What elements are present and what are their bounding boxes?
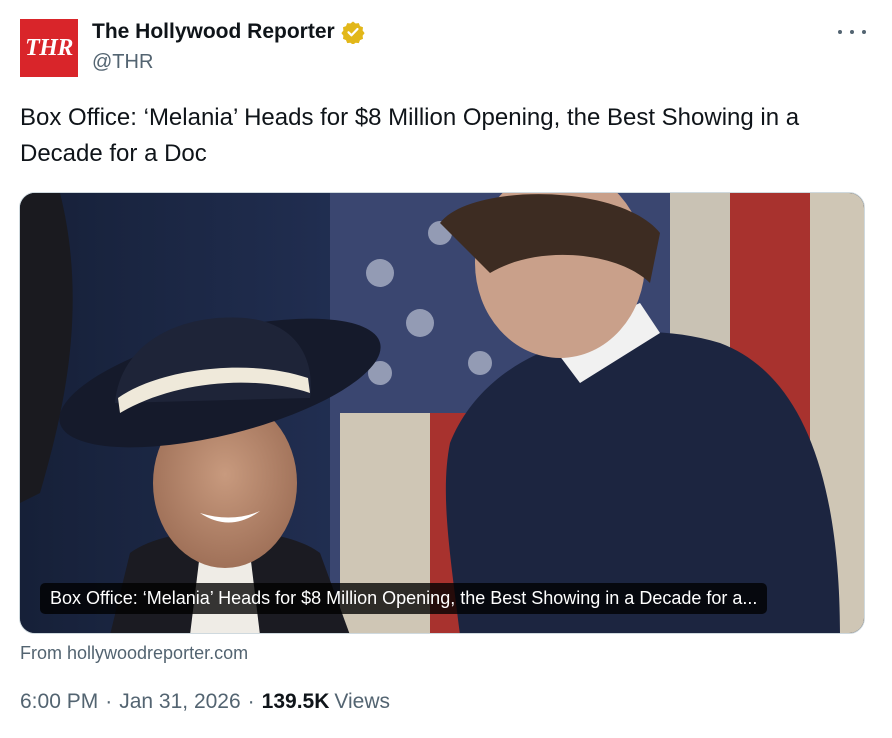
avatar-logo-text: THR xyxy=(25,34,73,61)
tweet-text: Box Office: ‘Melania’ Heads for $8 Milli… xyxy=(20,104,800,167)
author-handle[interactable]: @THR xyxy=(92,51,153,74)
more-dot xyxy=(850,30,854,34)
more-horizontal-icon[interactable] xyxy=(838,24,866,40)
tweet-date[interactable]: Jan 31, 2026 xyxy=(119,690,240,714)
author-name[interactable]: The Hollywood Reporter xyxy=(92,20,335,44)
card-source[interactable]: From hollywoodreporter.com xyxy=(20,643,248,664)
more-dot xyxy=(838,30,842,34)
author-name-row: The Hollywood Reporter xyxy=(92,20,365,44)
verified-badge-icon xyxy=(341,21,365,44)
views-label: Views xyxy=(334,690,391,713)
author-avatar[interactable]: THR xyxy=(20,19,78,77)
more-dot xyxy=(862,30,866,34)
meta-separator: · xyxy=(247,690,255,713)
views-count[interactable]: 139.5K xyxy=(262,690,330,714)
card-title: Box Office: ‘Melania’ Heads for $8 Milli… xyxy=(40,583,768,614)
link-card[interactable]: Box Office: ‘Melania’ Heads for $8 Milli… xyxy=(19,192,865,634)
tweet-time[interactable]: 6:00 PM xyxy=(20,690,98,714)
meta-separator: · xyxy=(105,690,113,713)
card-image xyxy=(20,193,864,633)
tweet-meta: 6:00 PM · Jan 31, 2026 · 139.5K Views xyxy=(20,690,390,714)
